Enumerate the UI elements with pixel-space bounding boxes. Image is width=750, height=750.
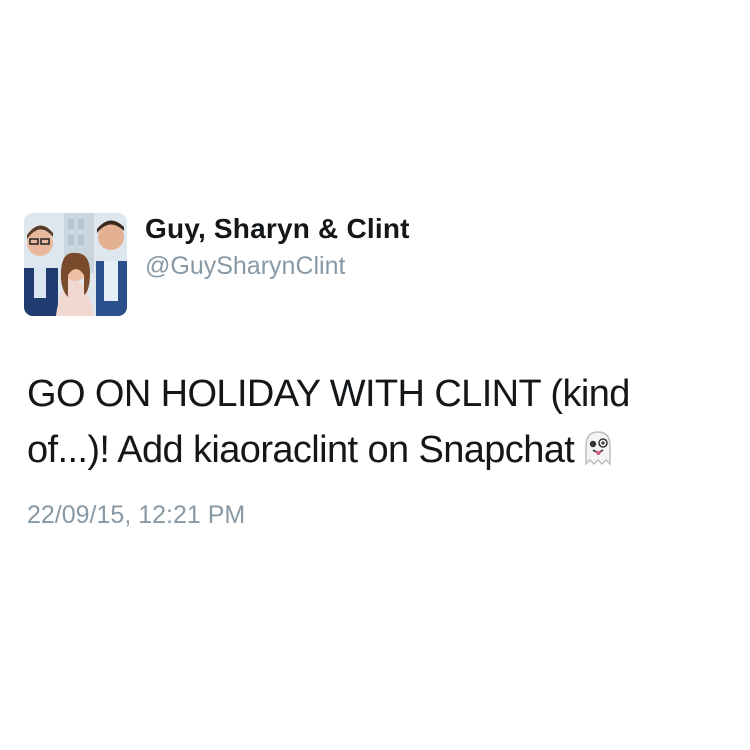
profile-avatar[interactable]: [24, 213, 127, 316]
display-name[interactable]: Guy, Sharyn & Clint: [145, 213, 410, 245]
ghost-emoji-icon: [578, 428, 618, 468]
tweet-text-line-1: GO ON HOLIDAY WITH CLINT (kind: [27, 373, 630, 415]
tweet-card: Guy, Sharyn & Clint @GuySharynClint GO O…: [0, 0, 750, 750]
tweet-text-line-2: of...)! Add kiaoraclint on Snapchat: [27, 422, 717, 478]
tweet-text: GO ON HOLIDAY WITH CLINT (kind of...)! A…: [27, 366, 717, 478]
user-handle[interactable]: @GuySharynClint: [145, 252, 345, 281]
avatar-photo: [24, 213, 127, 316]
tweet-timestamp[interactable]: 22/09/15, 12:21 PM: [27, 501, 245, 530]
tweet-text-line-2-content: of...)! Add kiaoraclint on Snapchat: [27, 429, 575, 471]
